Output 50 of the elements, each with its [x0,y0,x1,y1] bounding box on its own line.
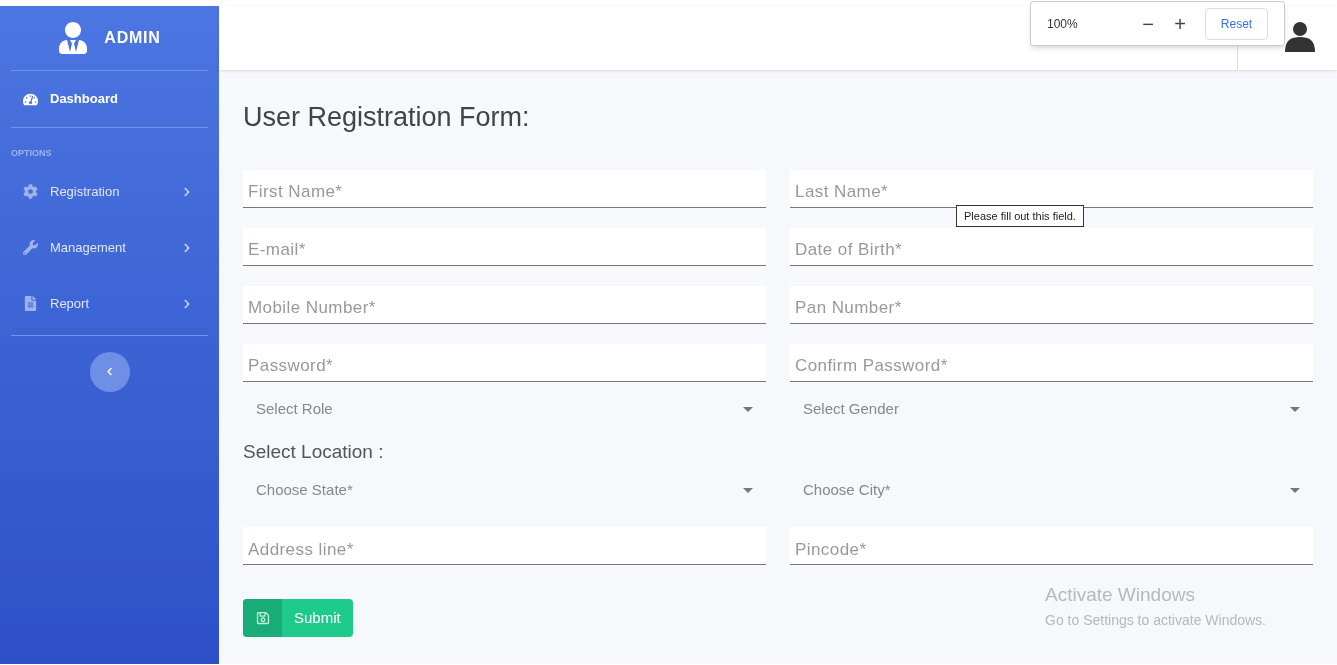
caret-icon [743,407,753,412]
input-field[interactable]: E-mail* [243,227,766,266]
activation-title: Activate Windows [1045,583,1196,607]
caret-icon [743,487,753,493]
activation-text: Go to Settings to activate Windows. [1045,610,1267,630]
select-dropdown[interactable]: Choose City* [790,472,1313,508]
sidebar-item[interactable]: Registration [11,163,208,220]
input-field[interactable]: First Name* [243,169,766,208]
sidebar-item[interactable]: Management [11,219,208,276]
select-dropdown[interactable]: Choose State* [243,472,766,508]
sidebar-label: Management [50,238,127,257]
save-icon [255,611,270,625]
input-field[interactable]: Mobile Number* [243,285,766,324]
reset-button[interactable]: Reset [1205,7,1268,40]
section-label: OPTIONS [11,147,53,160]
chevron-icon [182,298,192,309]
input-field[interactable]: Confirm Password* [790,343,1313,382]
chevron-icon [182,242,192,253]
sidebar-label: Dashboard [50,90,119,109]
form-title: User Registration Form: [243,101,531,134]
avatar-icon [1285,20,1315,52]
caret-icon [1290,487,1300,493]
select-dropdown[interactable]: Select Gender [790,391,1313,428]
select-dropdown[interactable]: Select Role [243,391,766,428]
gear-icon [23,184,38,199]
input-field[interactable]: Password* [243,343,766,382]
section-heading: Select Location : [243,439,385,464]
user-icon [58,22,89,54]
file-icon [23,296,38,311]
sidebar-label: Report [50,294,91,313]
chevron-left-icon [105,367,114,376]
gauge-icon [23,91,38,107]
input-field[interactable]: Last Name* [790,169,1313,208]
sidebar-item[interactable]: Dashboard [11,71,208,127]
input-field[interactable]: Date of Birth* [790,227,1313,266]
sidebar-label: Registration [50,182,121,201]
submit-button[interactable]: Submit [243,599,353,637]
collapse-button[interactable] [89,351,130,392]
zoom-out-button[interactable]: − [1137,8,1159,39]
input-field[interactable]: Pincode* [790,527,1313,565]
zoom-level: 100% [1047,15,1079,33]
tooltip: Please fill out this field. [956,204,1084,227]
brand-title: ADMIN [104,28,161,48]
input-field[interactable]: Pan Number* [790,285,1313,324]
input-field[interactable]: Address line* [243,527,766,565]
sidebar-item[interactable]: Report [11,275,208,332]
caret-icon [1290,407,1300,412]
zoom-in-button[interactable]: + [1169,8,1191,39]
chevron-icon [182,186,192,197]
wrench-icon [23,240,38,255]
